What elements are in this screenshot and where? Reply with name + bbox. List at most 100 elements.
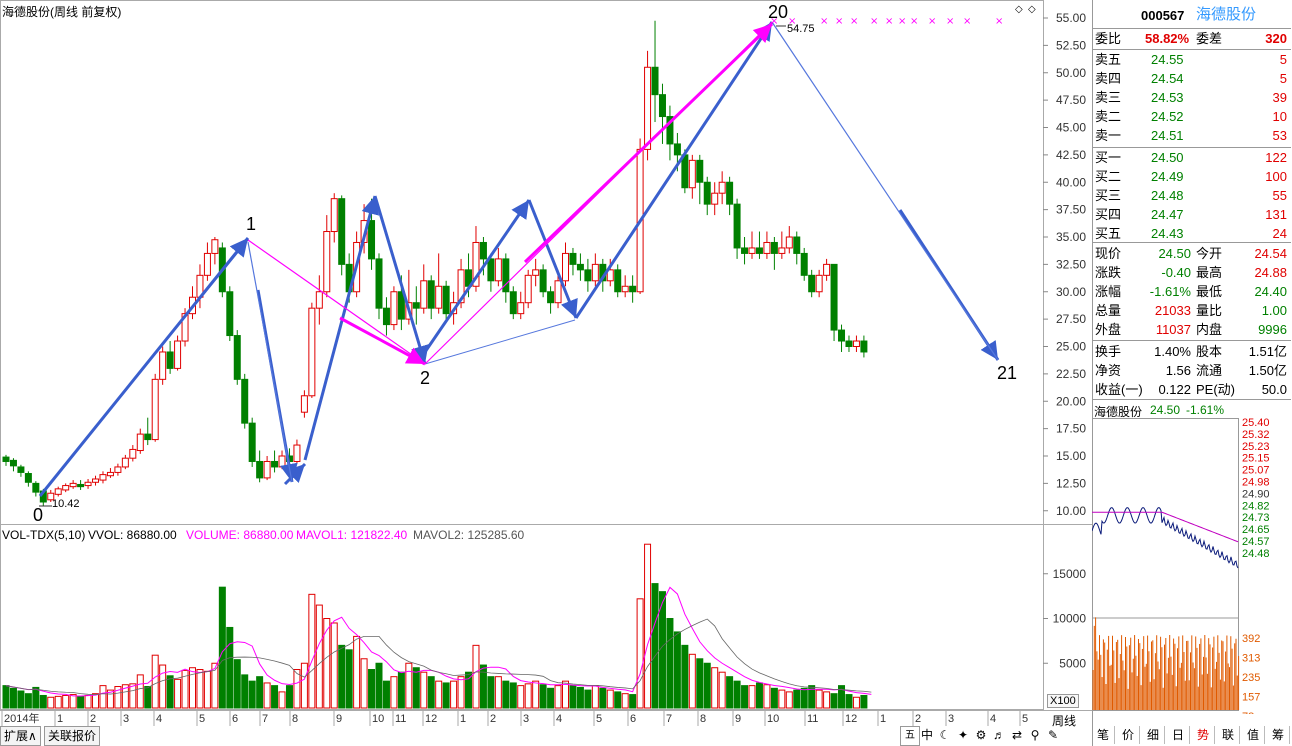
wave-arrow-up <box>423 199 531 353</box>
volume-bar <box>69 694 77 709</box>
diamond-icon[interactable]: ◇ <box>1015 4 1023 15</box>
stat-value: 1.40% <box>1154 344 1191 359</box>
volume-bar <box>442 682 450 709</box>
mavol2-value: MAVOL2: 125285.60 <box>413 528 525 542</box>
volume-bar <box>487 676 495 709</box>
quote-tab[interactable]: 值 <box>1242 726 1265 744</box>
quote-tab[interactable]: 价 <box>1117 726 1140 744</box>
minichart-axis-label: 25.40 <box>1242 418 1270 429</box>
quote-tab[interactable]: 筹 <box>1267 726 1290 744</box>
quote-tab[interactable]: 联 <box>1217 726 1240 744</box>
volume-bar <box>576 686 584 709</box>
month-label: 8 <box>292 713 298 725</box>
diamond-icon[interactable]: ◇ <box>1028 4 1036 15</box>
volume-bar <box>547 687 555 709</box>
volume-bar <box>203 670 211 709</box>
volume-bar <box>614 691 622 709</box>
candles <box>2 20 868 507</box>
candle-body <box>629 285 637 293</box>
tab-related-quotes[interactable]: 关联报价 <box>44 726 101 746</box>
toolbar-icon[interactable]: ♬ <box>990 726 1008 744</box>
sell-volume: 5 <box>1279 71 1287 86</box>
tab-expand[interactable]: 扩展∧ <box>0 726 41 746</box>
volume-bar <box>479 664 487 709</box>
stat-label: 涨跌 <box>1095 265 1122 280</box>
volume-bar <box>338 644 346 709</box>
candle-body <box>248 422 256 462</box>
buy-row[interactable]: 买二 24.49 100 <box>1093 168 1291 186</box>
toolbar-icon[interactable]: ⇄ <box>1008 726 1026 744</box>
candle-body <box>2 456 10 462</box>
minichart-axis-label: 24.73 <box>1242 512 1270 524</box>
weibi-label: 委比 <box>1095 31 1122 46</box>
candle-body <box>621 285 629 293</box>
buy-row[interactable]: 买四 24.47 131 <box>1093 206 1291 224</box>
buy-label: 买二 <box>1095 169 1122 184</box>
candle-body <box>562 252 569 282</box>
candle-body <box>830 263 838 331</box>
wave-lines: × × × × × × × × × × × × × <box>38 16 1003 507</box>
toolbar-icon[interactable]: ⚙ <box>972 726 990 744</box>
candle-body <box>427 280 435 309</box>
month-label: 4 <box>156 713 162 725</box>
buy-volume: 122 <box>1265 150 1287 165</box>
sell-row[interactable]: 卖二 24.52 10 <box>1093 108 1291 126</box>
volume-bar <box>591 685 599 709</box>
toolbar-icon[interactable]: ⚲ <box>1026 726 1044 744</box>
candle-body <box>651 66 659 96</box>
wave-label-0: 0 <box>33 505 44 525</box>
volume-bar <box>412 667 420 709</box>
intraday-minichart[interactable]: 25.4025.3225.2325.1525.0724.9824.9024.82… <box>1092 418 1292 714</box>
signal-mark: × <box>898 16 906 27</box>
toolbar-icon[interactable]: 五 <box>900 726 920 746</box>
price-tick-label: 25.00 <box>1056 340 1086 354</box>
volume-bar <box>472 644 480 709</box>
sell-row[interactable]: 卖三 24.53 39 <box>1093 89 1291 107</box>
buy-row[interactable]: 买一 24.50 122 <box>1093 149 1291 167</box>
volume-bar <box>621 693 629 709</box>
candle-body <box>144 433 152 441</box>
volume-bar <box>644 543 652 709</box>
buy-row[interactable]: 买三 24.48 55 <box>1093 187 1291 205</box>
candle-body <box>770 241 778 254</box>
month-label: 2 <box>90 713 96 725</box>
sell-row[interactable]: 卖一 24.51 53 <box>1093 127 1291 145</box>
stat-label: 现价 <box>1095 246 1122 261</box>
buy-row[interactable]: 买五 24.43 24 <box>1093 225 1291 243</box>
quote-tab[interactable]: 细 <box>1142 726 1165 744</box>
sell-row[interactable]: 卖四 24.54 5 <box>1093 70 1291 88</box>
volume-bar <box>84 694 92 709</box>
toolbar-icon[interactable]: ✦ <box>954 726 972 744</box>
signal-mark: × <box>870 16 878 27</box>
toolbar-icon[interactable]: ✎ <box>1044 726 1062 744</box>
stat-label: 量比 <box>1196 303 1223 318</box>
volume-bar <box>382 680 390 709</box>
volume-bar <box>9 687 17 709</box>
quote-tab[interactable]: 势 <box>1192 726 1215 744</box>
volume-bar <box>569 685 577 709</box>
volume-bar <box>651 583 659 709</box>
volume-bar <box>636 598 644 709</box>
signal-mark: × <box>995 16 1003 27</box>
toolbar-icon[interactable]: ☾ <box>936 726 954 744</box>
month-label: 5 <box>1022 713 1028 725</box>
volume-bar <box>755 682 763 709</box>
minichart-axis-label: 24.98 <box>1242 477 1270 489</box>
candle-body <box>517 302 525 315</box>
sell-row[interactable]: 卖五 24.55 5 <box>1093 51 1291 69</box>
quote-tab[interactable]: 笔 <box>1092 726 1115 744</box>
quote-tab[interactable]: 日 <box>1167 726 1190 744</box>
month-label: 11 <box>395 713 406 725</box>
vol-indicator-title[interactable]: VOL-TDX(5,10) <box>2 528 85 542</box>
volume-bar <box>726 676 734 709</box>
month-label: 3 <box>523 713 529 725</box>
candle-body <box>673 143 681 156</box>
quote-panel: 000567 海德股份 委比 58.82% 委差 320 卖五 24.55 5 卖四 2… <box>1092 2 1292 400</box>
price-tick-label: 42.50 <box>1056 148 1086 162</box>
toolbar-icon[interactable]: 中 <box>918 726 936 744</box>
month-label: 9 <box>336 713 342 725</box>
month-label: 8 <box>700 713 706 725</box>
fundamental-row: 收益(一) 0.122 PE(动) 50.0 <box>1093 381 1291 399</box>
minichart-axis-label: 157 <box>1242 692 1260 704</box>
volume-bar <box>300 662 308 709</box>
